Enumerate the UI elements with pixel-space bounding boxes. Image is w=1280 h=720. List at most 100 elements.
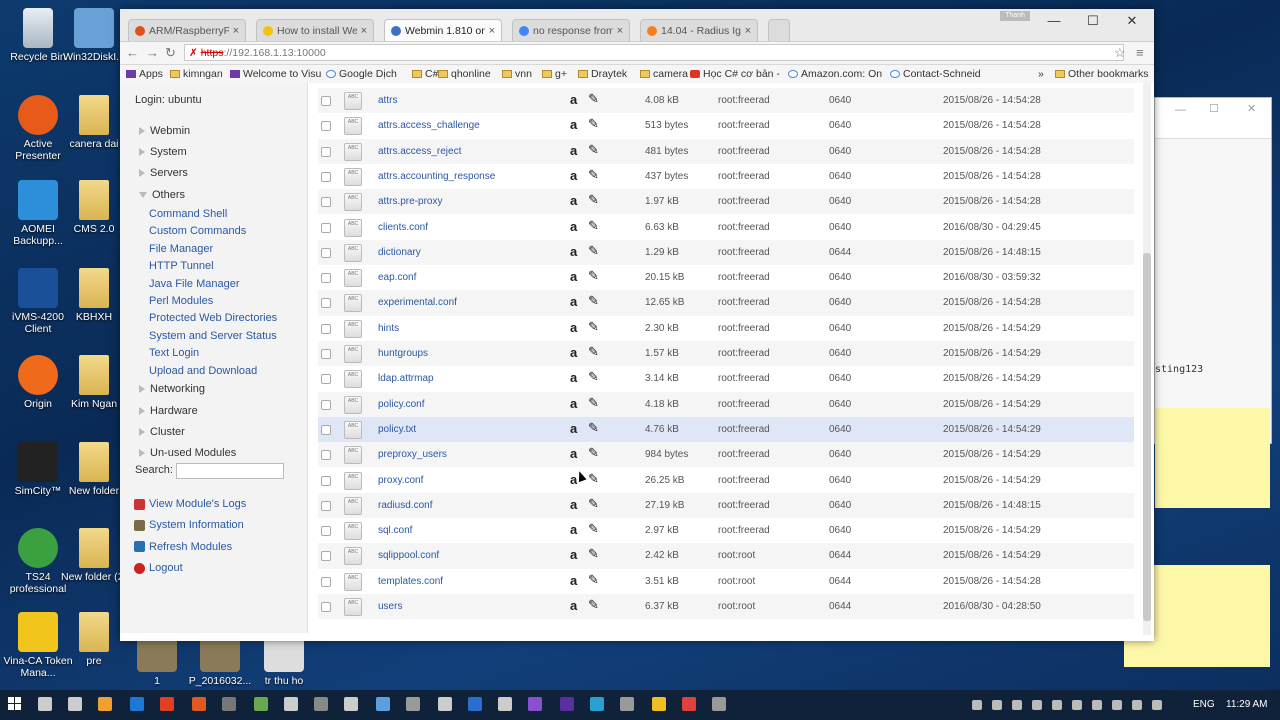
row-checkbox[interactable]: [321, 475, 331, 486]
category-others[interactable]: Others: [139, 189, 185, 201]
taskbar-app-icon[interactable]: [682, 697, 696, 711]
file-name-link[interactable]: dictionary: [378, 247, 421, 258]
bg-minimize-icon[interactable]: —: [1175, 104, 1186, 116]
view-logs-link[interactable]: View Module's Logs: [134, 498, 246, 510]
taskbar-app-icon[interactable]: [498, 697, 512, 711]
tab-close-icon[interactable]: ×: [233, 25, 239, 37]
edit-action-icon[interactable]: ✎: [588, 142, 599, 158]
row-checkbox[interactable]: [321, 273, 331, 284]
taskbar-app-icon[interactable]: [160, 697, 174, 711]
tab-close-icon[interactable]: ×: [489, 25, 495, 37]
file-row[interactable]: ABC ldap.attrmap a ✎ 3.14 kB root:freerad 0640…: [318, 366, 1134, 391]
open-action-icon[interactable]: a: [570, 370, 577, 385]
taskbar-app-icon[interactable]: [712, 697, 726, 711]
file-name-link[interactable]: attrs: [378, 95, 397, 106]
file-name-link[interactable]: eap.conf: [378, 272, 416, 283]
language-indicator[interactable]: ENG: [1193, 699, 1215, 710]
edit-action-icon[interactable]: ✎: [588, 572, 599, 588]
browser-tab[interactable]: 14.04 - Radius Ignor ×: [640, 19, 758, 41]
back-icon[interactable]: ←: [126, 45, 139, 60]
bookmark-item[interactable]: Draytek: [578, 68, 627, 80]
category-system[interactable]: System: [139, 146, 187, 158]
clock[interactable]: 11:29 AM: [1226, 699, 1268, 710]
minimize-icon[interactable]: —: [1038, 13, 1070, 28]
open-action-icon[interactable]: a: [570, 421, 577, 436]
row-checkbox[interactable]: [321, 171, 331, 182]
edit-action-icon[interactable]: ✎: [588, 243, 599, 259]
file-row[interactable]: ABC users a ✎ 6.37 kB root:root 0644 2016/08/30…: [318, 594, 1134, 620]
file-row[interactable]: ABC eap.conf a ✎ 20.15 kB root:freerad 0640 201…: [318, 265, 1134, 290]
category-servers[interactable]: Servers: [139, 167, 188, 179]
file-name-link[interactable]: policy.conf: [378, 399, 425, 410]
edit-action-icon[interactable]: ✎: [588, 192, 599, 208]
taskbar-app-icon[interactable]: [406, 697, 420, 711]
menu-icon[interactable]: ≡: [1136, 45, 1144, 60]
file-row[interactable]: ABC preproxy_users a ✎ 984 bytes root:freerad…: [318, 442, 1134, 468]
file-row[interactable]: ABC clients.conf a ✎ 6.63 kB root:freerad 0640…: [318, 215, 1134, 240]
open-action-icon[interactable]: a: [570, 573, 577, 588]
background-window[interactable]: — ☐ ✕ sting123: [1154, 97, 1272, 444]
row-checkbox[interactable]: [321, 551, 331, 562]
file-row[interactable]: ABC attrs.accounting_response a ✎ 437 bytes r…: [318, 164, 1134, 189]
row-checkbox[interactable]: [321, 602, 331, 612]
row-checkbox[interactable]: [321, 399, 331, 410]
tray-icon[interactable]: [972, 700, 982, 710]
edit-action-icon[interactable]: ✎: [588, 445, 599, 461]
row-checkbox[interactable]: [321, 121, 331, 132]
edit-action-icon[interactable]: ✎: [588, 116, 599, 132]
taskbar-app-icon[interactable]: [222, 697, 236, 711]
tab-close-icon[interactable]: ×: [617, 25, 623, 37]
file-name-link[interactable]: sqlippool.conf: [378, 550, 439, 561]
other-bookmarks[interactable]: Other bookmarks: [1055, 68, 1149, 80]
row-checkbox[interactable]: [321, 526, 331, 537]
tray-icon[interactable]: [1092, 700, 1102, 710]
scrollbar-thumb[interactable]: [1143, 253, 1151, 621]
taskbar-app-icon[interactable]: [98, 697, 112, 711]
module-link[interactable]: Upload and Download: [149, 365, 257, 377]
file-row[interactable]: ABC attrs.pre-proxy a ✎ 1.97 kB root:freerad 0…: [318, 189, 1134, 215]
file-row[interactable]: ABC attrs a ✎ 4.08 kB root:freerad 0640 2015/08…: [318, 88, 1134, 114]
file-name-link[interactable]: preproxy_users: [378, 449, 447, 460]
open-action-icon[interactable]: a: [570, 92, 577, 107]
taskbar-app-icon[interactable]: [376, 697, 390, 711]
edit-action-icon[interactable]: ✎: [588, 471, 599, 487]
browser-tab[interactable]: no response from se ×: [512, 19, 630, 41]
reload-icon[interactable]: ↻: [165, 45, 176, 61]
taskbar-app-icon[interactable]: [68, 697, 82, 711]
category-hardware[interactable]: Hardware: [139, 405, 198, 417]
open-action-icon[interactable]: a: [570, 547, 577, 562]
taskbar-app-icon[interactable]: [652, 697, 666, 711]
edit-action-icon[interactable]: ✎: [588, 369, 599, 385]
open-action-icon[interactable]: a: [570, 143, 577, 158]
browser-tab[interactable]: How to install Webm ×: [256, 19, 374, 41]
open-action-icon[interactable]: a: [570, 219, 577, 234]
bookmark-item[interactable]: C#: [412, 68, 438, 80]
bookmark-item[interactable]: Apps: [126, 68, 163, 80]
profile-button[interactable]: Thanh: [1000, 11, 1030, 21]
module-link[interactable]: File Manager: [149, 243, 213, 255]
row-checkbox[interactable]: [321, 500, 331, 511]
file-name-link[interactable]: templates.conf: [378, 576, 443, 587]
open-action-icon[interactable]: a: [570, 193, 577, 208]
taskbar-app-icon[interactable]: [528, 697, 542, 711]
system-information-link[interactable]: System Information: [134, 519, 244, 531]
module-search-input[interactable]: [176, 463, 284, 479]
edit-action-icon[interactable]: ✎: [588, 597, 599, 613]
edit-action-icon[interactable]: ✎: [588, 521, 599, 537]
taskbar-app-icon[interactable]: [560, 697, 574, 711]
taskbar-app-icon[interactable]: [438, 697, 452, 711]
file-name-link[interactable]: attrs.pre-proxy: [378, 196, 442, 207]
open-action-icon[interactable]: a: [570, 117, 577, 132]
file-name-link[interactable]: policy.txt: [378, 424, 416, 435]
star-icon[interactable]: ☆: [1114, 45, 1126, 61]
open-action-icon[interactable]: a: [570, 497, 577, 512]
tab-close-icon[interactable]: ×: [361, 25, 367, 37]
category-webmin[interactable]: Webmin: [139, 125, 190, 137]
tray-icon[interactable]: [992, 700, 1002, 710]
file-row[interactable]: ABC hints a ✎ 2.30 kB root:freerad 0640 2015/08…: [318, 316, 1134, 341]
open-action-icon[interactable]: a: [570, 269, 577, 284]
row-checkbox[interactable]: [321, 576, 331, 587]
file-row[interactable]: ABC radiusd.conf a ✎ 27.19 kB root:freerad 064…: [318, 492, 1134, 519]
module-link[interactable]: Perl Modules: [149, 295, 213, 307]
open-action-icon[interactable]: a: [570, 294, 577, 309]
